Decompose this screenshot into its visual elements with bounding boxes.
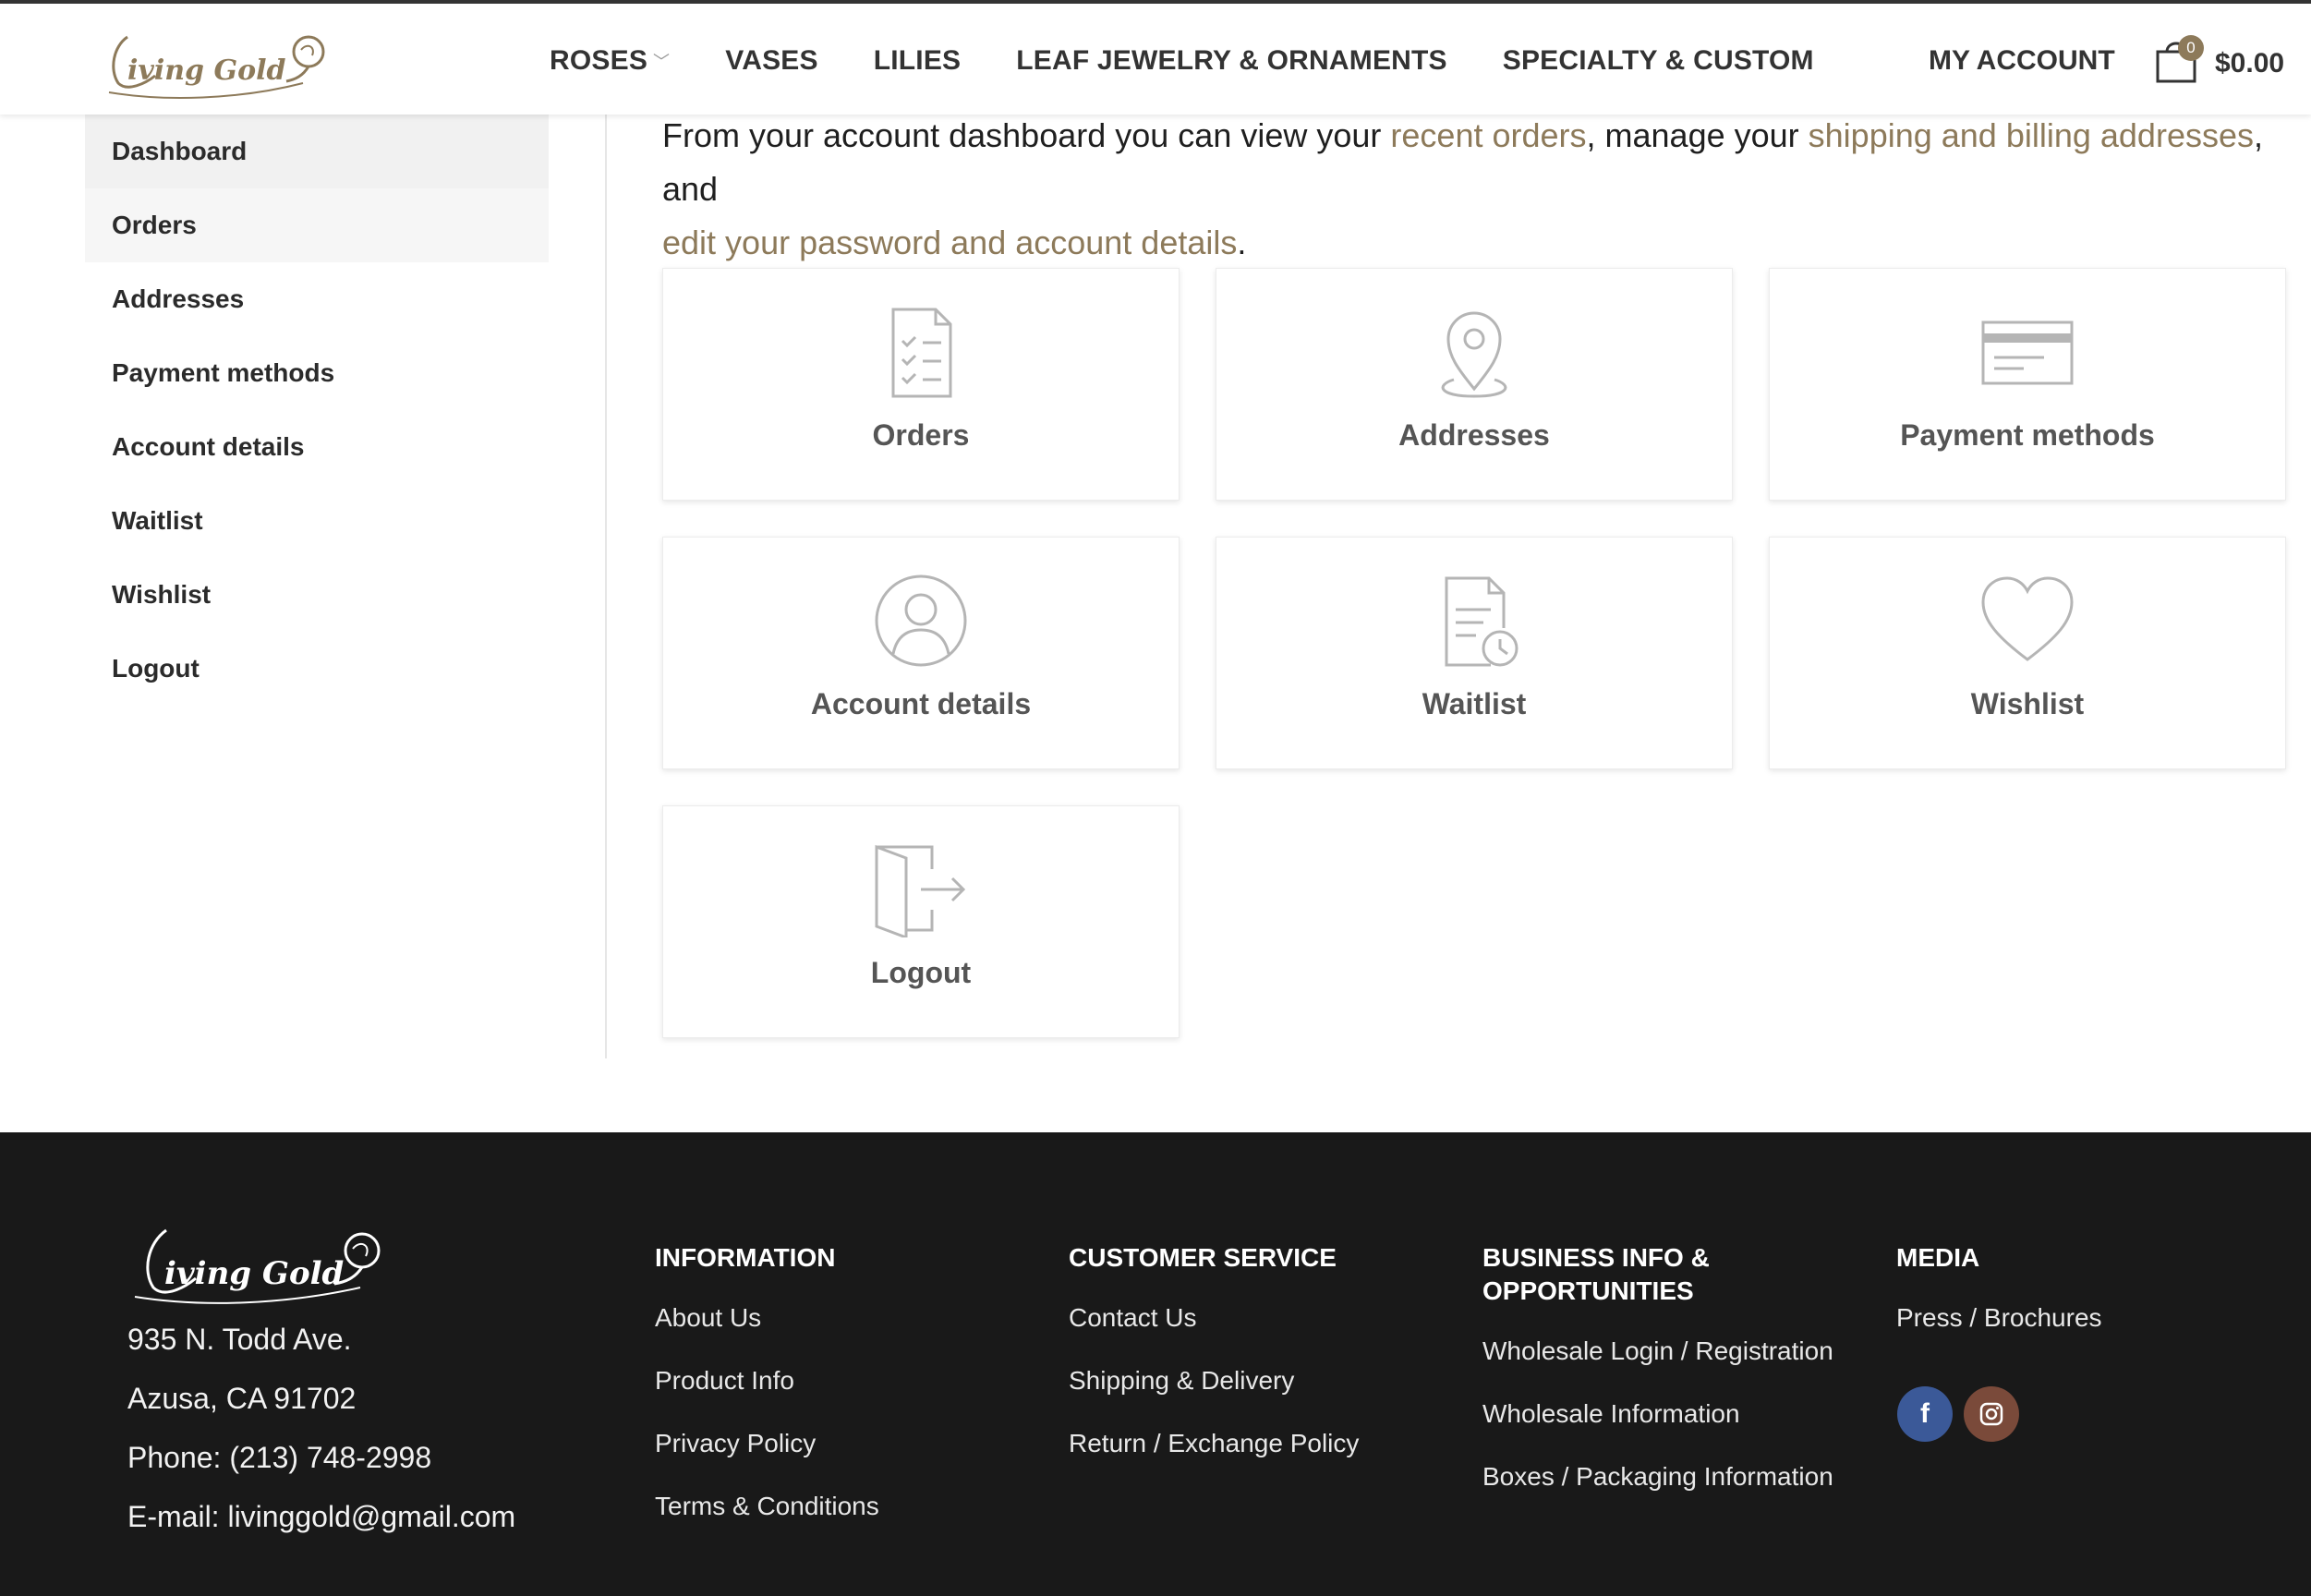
nav-roses-label: ROSES	[550, 45, 648, 76]
credit-card-icon	[1981, 320, 2074, 385]
instagram-icon[interactable]	[1964, 1386, 2019, 1442]
sidebar-item-orders[interactable]: Orders	[85, 188, 549, 262]
tile-orders-label: Orders	[872, 418, 970, 452]
intro-text-4: .	[1237, 224, 1247, 261]
sidebar-item-wishlist[interactable]: Wishlist	[85, 558, 549, 632]
footer-link-return-exchange[interactable]: Return / Exchange Policy	[1069, 1428, 1359, 1491]
living-gold-footer-logo[interactable]: iving Gold	[120, 1215, 397, 1308]
tile-account-details[interactable]: Account details	[662, 537, 1180, 769]
footer-customer-service-heading: CUSTOMER SERVICE	[1069, 1243, 1337, 1272]
footer-phone: Phone: (213) 748-2998	[127, 1441, 432, 1474]
dashboard-intro: From your account dashboard you can view…	[662, 109, 2269, 270]
svg-text:iving Gold: iving Gold	[127, 54, 285, 87]
document-clock-icon	[1445, 576, 1518, 667]
svg-text:iving Gold: iving Gold	[164, 1255, 345, 1292]
sidebar-divider	[605, 115, 607, 1058]
main-navigation: ROSES ﹀ VASES LILIES LEAF JEWELRY & ORNA…	[550, 4, 1869, 118]
footer-link-press-brochures[interactable]: Press / Brochures	[1896, 1302, 2102, 1365]
sidebar-item-waitlist[interactable]: Waitlist	[85, 484, 549, 558]
tile-wishlist[interactable]: Wishlist	[1769, 537, 2286, 769]
tile-waitlist[interactable]: Waitlist	[1216, 537, 1733, 769]
account-sidebar: Dashboard Orders Addresses Payment metho…	[85, 115, 549, 706]
sidebar-item-addresses[interactable]: Addresses	[85, 262, 549, 336]
nav-lilies[interactable]: LILIES	[874, 45, 962, 77]
footer-link-privacy-policy[interactable]: Privacy Policy	[655, 1428, 879, 1491]
sidebar-item-dashboard[interactable]: Dashboard	[85, 115, 549, 188]
footer-media-column: MEDIA Press / Brochures	[1896, 1241, 2102, 1365]
tile-logout[interactable]: Logout	[662, 805, 1180, 1038]
nav-roses[interactable]: ROSES ﹀	[550, 45, 670, 77]
footer-address-line1: 935 N. Todd Ave.	[127, 1323, 352, 1356]
orders-icon	[891, 308, 952, 398]
footer-email: E-mail: livinggold@gmail.com	[127, 1500, 516, 1533]
footer-link-about-us[interactable]: About Us	[655, 1302, 879, 1365]
nav-specialty-custom[interactable]: SPECIALTY & CUSTOM	[1503, 45, 1814, 77]
site-header: iving Gold ROSES ﹀ VASES LILIES LEAF JEW…	[0, 0, 2311, 115]
footer-link-contact-us[interactable]: Contact Us	[1069, 1302, 1359, 1365]
tile-addresses-label: Addresses	[1398, 418, 1550, 452]
intro-text-1: From your account dashboard you can view…	[662, 116, 1391, 154]
footer-link-wholesale-information[interactable]: Wholesale Information	[1482, 1398, 1833, 1461]
heart-icon	[1981, 576, 2074, 661]
footer-customer-service-column: CUSTOMER SERVICE Contact Us Shipping & D…	[1069, 1241, 1359, 1491]
nav-leaf-jewelry[interactable]: LEAF JEWELRY & ORNAMENTS	[1016, 45, 1447, 77]
account-details-link[interactable]: edit your password and account details	[662, 224, 1237, 261]
recent-orders-link[interactable]: recent orders	[1390, 116, 1586, 154]
footer-link-product-info[interactable]: Product Info	[655, 1365, 879, 1428]
footer-information-heading: INFORMATION	[655, 1243, 836, 1272]
footer-address-line2: Azusa, CA 91702	[127, 1382, 357, 1415]
logout-door-icon	[875, 844, 966, 937]
cart-total[interactable]: $0.00	[2215, 4, 2284, 124]
tile-payment-methods-label: Payment methods	[1900, 418, 2155, 452]
tile-addresses[interactable]: Addresses	[1216, 268, 1733, 501]
instagram-glyph-icon	[1979, 1402, 2003, 1426]
footer-business-column: BUSINESS INFO & OPPORTUNITIES Wholesale …	[1482, 1241, 1833, 1524]
footer-link-shipping-delivery[interactable]: Shipping & Delivery	[1069, 1365, 1359, 1428]
footer-information-column: INFORMATION About Us Product Info Privac…	[655, 1241, 879, 1554]
tile-orders[interactable]: Orders	[662, 268, 1180, 501]
intro-text-2: , manage your	[1586, 116, 1809, 154]
footer-link-boxes-packaging[interactable]: Boxes / Packaging Information	[1482, 1461, 1833, 1524]
footer-business-heading: BUSINESS INFO & OPPORTUNITIES	[1482, 1241, 1833, 1308]
tile-payment-methods[interactable]: Payment methods	[1769, 268, 2286, 501]
addresses-link[interactable]: shipping and billing addresses	[1809, 116, 2254, 154]
site-footer: iving Gold 935 N. Todd Ave. Azusa, CA 91…	[0, 1132, 2311, 1596]
user-icon	[875, 574, 967, 667]
chevron-down-icon: ﹀	[653, 53, 671, 71]
footer-link-wholesale-login[interactable]: Wholesale Login / Registration	[1482, 1336, 1833, 1398]
tile-waitlist-label: Waitlist	[1422, 687, 1527, 720]
tile-account-details-label: Account details	[810, 687, 1032, 720]
sidebar-item-logout[interactable]: Logout	[85, 632, 549, 706]
living-gold-logo[interactable]: iving Gold	[91, 18, 340, 102]
facebook-icon[interactable]: f	[1897, 1386, 1953, 1442]
tile-wishlist-label: Wishlist	[1970, 687, 2085, 720]
footer-business-heading-line1: BUSINESS INFO &	[1482, 1243, 1710, 1272]
footer-business-heading-line2: OPPORTUNITIES	[1482, 1276, 1694, 1305]
location-pin-icon	[1441, 311, 1507, 398]
nav-vases[interactable]: VASES	[725, 45, 817, 77]
sidebar-item-account-details[interactable]: Account details	[85, 410, 549, 484]
sidebar-item-payment-methods[interactable]: Payment methods	[85, 336, 549, 410]
cart-count-badge: 0	[2178, 35, 2204, 61]
my-account-link[interactable]: MY ACCOUNT	[1929, 4, 2115, 118]
tile-logout-label: Logout	[870, 956, 972, 989]
footer-link-terms[interactable]: Terms & Conditions	[655, 1491, 879, 1554]
footer-media-heading: MEDIA	[1896, 1243, 1980, 1272]
